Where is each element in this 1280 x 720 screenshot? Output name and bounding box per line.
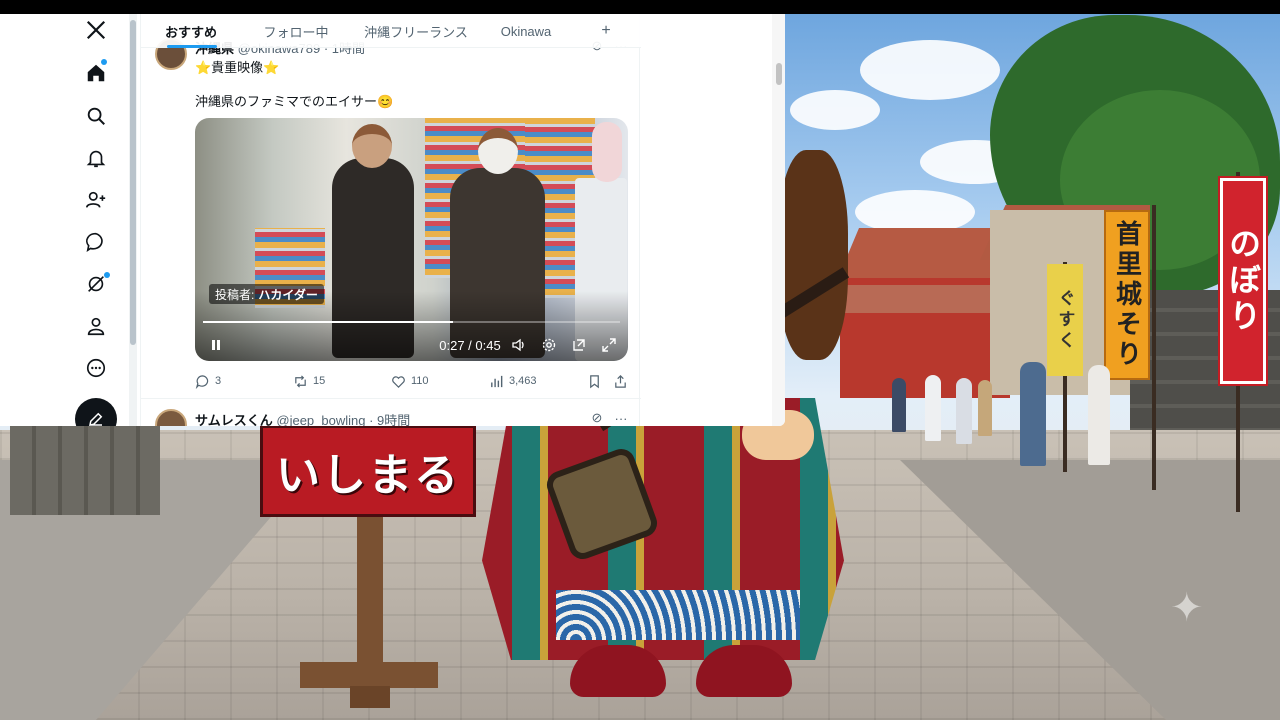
search-icon[interactable] — [82, 102, 110, 130]
tab-following[interactable]: フォロー中 — [241, 14, 351, 48]
compose-icon — [89, 412, 103, 426]
person — [978, 380, 992, 436]
uploader-label: 投稿者: — [215, 287, 255, 302]
more-icon[interactable] — [82, 354, 110, 382]
reply-button[interactable]: 3 — [195, 370, 221, 392]
repost-button[interactable]: 15 — [293, 370, 325, 392]
notifications-icon[interactable] — [82, 144, 110, 172]
heart-icon — [392, 375, 405, 388]
grok-notification-dot — [104, 272, 110, 278]
more-options-icon[interactable]: ··· — [613, 410, 629, 426]
author-name: サムレスくん — [195, 413, 273, 426]
stone-wall-left — [10, 425, 160, 515]
like-button[interactable]: 110 — [391, 370, 429, 392]
sidebar-scrollbar-thumb[interactable] — [130, 20, 136, 345]
sign-text: いしまる — [276, 450, 460, 501]
tweet-text-line2: 沖縄県のファミマでのエイサー😊 — [195, 94, 394, 109]
sparkle-icon: ✦ — [1170, 586, 1204, 630]
page-scrollbar-thumb[interactable] — [776, 63, 782, 85]
banner-red: のぼり — [1218, 176, 1268, 386]
robe-wave-pattern — [556, 590, 800, 640]
timeline-tabs: おすすめ フォロー中 沖縄フリーランス Okinawa + — [141, 14, 641, 48]
grok-icon[interactable]: ⊘ — [589, 410, 605, 426]
tweet-text-line1: ⭐貴重映像⭐ — [195, 60, 280, 75]
video-player[interactable]: 投稿者: ハカイダー 0:27 / 0:45 — [195, 118, 628, 361]
cloud — [860, 40, 1000, 100]
cloud — [790, 90, 880, 130]
dancer-head — [478, 128, 518, 174]
repost-count: 15 — [313, 375, 326, 387]
repost-icon — [295, 374, 306, 388]
twitter-window: おすすめ フォロー中 沖縄フリーランス Okinawa + 沖縄県 @okina… — [0, 14, 785, 426]
x-logo-icon[interactable] — [82, 16, 110, 44]
building-roof — [830, 285, 1010, 313]
uploader-badge: 投稿者: ハカイダー — [209, 284, 324, 304]
tweet[interactable]: 沖縄県 @okinawa789 · 1時間 ⊘ ··· ⭐貴重映像⭐ 沖縄県のフ… — [141, 14, 641, 399]
bookmark-icon — [590, 374, 599, 388]
character-shoe — [570, 645, 666, 697]
popout-button[interactable] — [569, 335, 589, 355]
reply-count: 3 — [215, 375, 222, 387]
tab-okinawa[interactable]: Okinawa — [481, 14, 571, 48]
banner-yellow: ぐすく — [1047, 264, 1083, 376]
sidebar-nav — [0, 14, 128, 426]
reply-icon — [195, 374, 209, 389]
person — [925, 375, 941, 441]
uploader-name: ハカイダー — [258, 287, 318, 302]
share-icon — [615, 374, 626, 388]
gear-icon — [542, 338, 556, 352]
tweet-actions: 3 15 110 3,463 — [195, 370, 635, 392]
tab-okinawa-freelance[interactable]: 沖縄フリーランス — [351, 14, 481, 48]
share-button[interactable] — [613, 370, 633, 392]
follow-icon[interactable] — [82, 186, 110, 214]
like-count: 110 — [411, 375, 429, 387]
character-shoe — [696, 645, 792, 697]
sign-foot — [300, 662, 438, 688]
add-tab-button[interactable]: + — [571, 14, 641, 48]
sign-foot — [350, 686, 390, 708]
home-notification-dot — [101, 59, 107, 65]
messages-icon[interactable] — [82, 228, 110, 256]
top-black-bar — [0, 0, 1280, 14]
profile-icon[interactable] — [82, 312, 110, 340]
cloud — [855, 190, 975, 234]
child — [592, 122, 622, 182]
avatar[interactable] — [155, 409, 187, 426]
pause-button[interactable] — [207, 335, 225, 355]
tab-recommended[interactable]: おすすめ — [141, 14, 241, 48]
banner-orange: 首里城そり — [1104, 210, 1150, 380]
volume-icon — [512, 338, 524, 352]
person — [892, 378, 906, 432]
video-time: 0:27 / 0:45 — [439, 337, 501, 353]
person — [1088, 365, 1110, 465]
name-sign: いしまる — [260, 425, 476, 517]
dancer-head — [352, 124, 392, 168]
volume-button[interactable] — [509, 335, 529, 355]
character-hair — [778, 150, 848, 360]
author-handle: @jeep_bowling · 9時間 — [276, 413, 411, 426]
person — [956, 378, 972, 444]
compose-button[interactable] — [75, 398, 117, 426]
pause-icon — [212, 340, 220, 350]
views-button[interactable]: 3,463 — [489, 370, 537, 392]
bookmark-button[interactable] — [587, 370, 607, 392]
timeline: おすすめ フォロー中 沖縄フリーランス Okinawa + 沖縄県 @okina… — [140, 14, 641, 426]
video-progress-bar[interactable] — [203, 321, 620, 323]
tweet[interactable]: サムレスくん @jeep_bowling · 9時間 ⊘ ··· — [141, 399, 641, 426]
banner-pole — [1152, 205, 1156, 490]
settings-button[interactable] — [539, 335, 559, 355]
video-progress-fill — [203, 321, 454, 323]
fullscreen-button[interactable] — [599, 335, 619, 355]
popout-icon — [573, 339, 585, 351]
views-icon — [491, 375, 503, 387]
fullscreen-icon — [602, 338, 616, 352]
tweet-author[interactable]: サムレスくん @jeep_bowling · 9時間 — [195, 410, 410, 426]
view-count: 3,463 — [509, 375, 537, 387]
person — [1020, 362, 1046, 466]
